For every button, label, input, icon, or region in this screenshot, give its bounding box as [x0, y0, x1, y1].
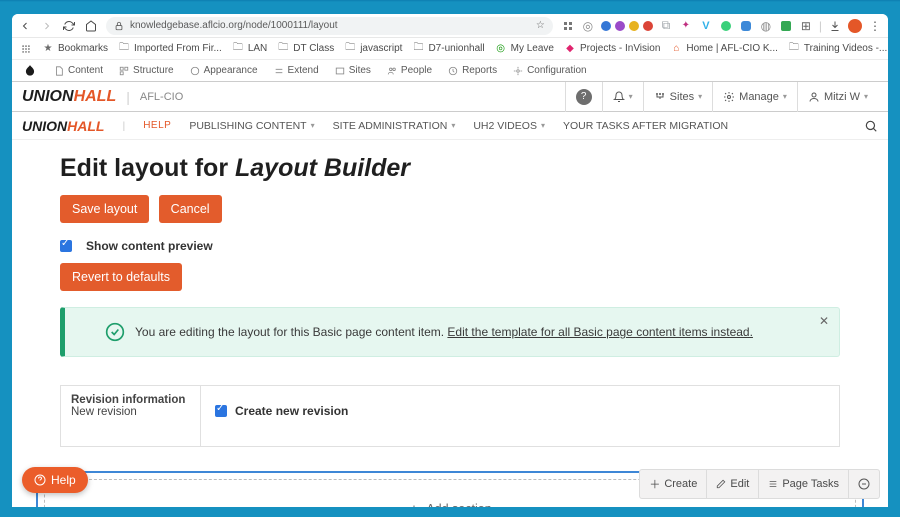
- nav-tasks-after-migration[interactable]: YOUR TASKS AFTER MIGRATION: [563, 120, 728, 132]
- save-layout-button[interactable]: Save layout: [60, 195, 149, 223]
- admin-appearance[interactable]: Appearance: [190, 65, 258, 76]
- nav-uh2-videos[interactable]: UH2 VIDEOS▾: [473, 120, 545, 132]
- info-banner: You are editing the layout for this Basi…: [60, 307, 840, 357]
- help-widget[interactable]: Help: [22, 467, 88, 493]
- unionhall-logo-small[interactable]: UNIONHALL: [22, 118, 104, 134]
- cancel-button[interactable]: Cancel: [159, 195, 222, 223]
- admin-people[interactable]: People: [387, 65, 432, 76]
- bookmark-item[interactable]: 🗀javascript: [344, 43, 402, 55]
- divider: |: [126, 89, 130, 105]
- ext-icon[interactable]: ◎: [581, 19, 595, 33]
- show-content-preview-checkbox[interactable]: [60, 240, 72, 252]
- lock-icon: [114, 21, 124, 31]
- help-link[interactable]: HELP: [143, 120, 171, 131]
- action-collapse[interactable]: [849, 470, 879, 498]
- revision-subtitle: New revision: [71, 406, 137, 418]
- drupal-icon[interactable]: [22, 63, 38, 79]
- action-page-tasks[interactable]: Page Tasks: [759, 470, 849, 498]
- extensions-row: ◎ ⧉ ✦ V ◍ ⊞ | ⋮: [561, 19, 882, 33]
- page-title: Edit layout for Layout Builder: [60, 154, 840, 183]
- revision-title: Revision information: [71, 394, 190, 406]
- admin-reports[interactable]: Reports: [448, 65, 497, 76]
- ext-icon[interactable]: V: [699, 19, 713, 33]
- ext-icon[interactable]: ✦: [679, 19, 693, 33]
- star-icon[interactable]: ☆: [536, 20, 545, 31]
- ext-icon[interactable]: [561, 19, 575, 33]
- manage-dropdown[interactable]: Manage▾: [712, 82, 797, 112]
- forward-button[interactable]: [40, 19, 54, 33]
- kebab-icon[interactable]: ⋮: [868, 19, 882, 33]
- action-edit[interactable]: Edit: [707, 470, 759, 498]
- page-url: knowledgebase.aflcio.org/node/1000111/la…: [130, 20, 338, 31]
- ext-icon[interactable]: ⧉: [659, 19, 673, 33]
- admin-structure[interactable]: Structure: [119, 65, 174, 76]
- create-new-revision-label[interactable]: Create new revision: [235, 404, 348, 418]
- search-icon[interactable]: [864, 119, 878, 133]
- page-action-bar: ＋Create Edit Page Tasks: [639, 469, 880, 499]
- check-circle-icon: [105, 322, 125, 342]
- bookmark-item[interactable]: 🗀D7-unionhall: [412, 43, 484, 55]
- create-new-revision-checkbox[interactable]: [215, 405, 227, 417]
- show-content-preview-label[interactable]: Show content preview: [86, 239, 213, 253]
- revert-to-defaults-button[interactable]: Revert to defaults: [60, 263, 182, 291]
- bookmark-item[interactable]: ★Bookmarks: [42, 43, 108, 55]
- bookmark-item[interactable]: 🗀Imported From Fir...: [118, 43, 222, 55]
- ext-icon[interactable]: [739, 19, 753, 33]
- bookmark-item[interactable]: 🗀Training Videos -...: [788, 43, 887, 55]
- reload-button[interactable]: [62, 19, 76, 33]
- apps-icon[interactable]: [20, 43, 32, 55]
- nav-site-administration[interactable]: SITE ADMINISTRATION▾: [333, 120, 456, 132]
- banner-template-link[interactable]: Edit the template for all Basic page con…: [447, 325, 753, 339]
- bookmark-item[interactable]: 🗀LAN: [232, 43, 267, 55]
- download-icon[interactable]: [828, 19, 842, 33]
- banner-close-icon[interactable]: ✕: [819, 314, 829, 328]
- url-bar[interactable]: knowledgebase.aflcio.org/node/1000111/la…: [106, 17, 553, 35]
- admin-content[interactable]: Content: [54, 65, 103, 76]
- bookmark-item[interactable]: ⌂Home | AFL-CIO K...: [670, 43, 778, 55]
- admin-sites[interactable]: Sites: [335, 65, 371, 76]
- sites-dropdown[interactable]: Sites▾: [643, 82, 712, 112]
- ext-icon[interactable]: ◍: [759, 19, 773, 33]
- user-dropdown[interactable]: Mitzi W▾: [797, 82, 878, 112]
- revision-sidebar: Revision information New revision: [60, 385, 200, 447]
- home-button[interactable]: [84, 19, 98, 33]
- unionhall-logo[interactable]: UNIONHALL: [22, 88, 116, 106]
- plus-icon: ＋: [649, 476, 660, 492]
- bookmark-item[interactable]: ◎My Leave: [495, 43, 554, 55]
- profile-avatar[interactable]: [848, 19, 862, 33]
- ext-icon[interactable]: [779, 19, 793, 33]
- ext-icon[interactable]: ⊞: [799, 19, 813, 33]
- back-button[interactable]: [18, 19, 32, 33]
- org-label: AFL-CIO: [140, 91, 183, 103]
- banner-text: You are editing the layout for this Basi…: [135, 325, 753, 339]
- admin-extend[interactable]: Extend: [274, 65, 319, 76]
- action-create[interactable]: ＋Create: [640, 470, 707, 498]
- ext-icon[interactable]: [719, 19, 733, 33]
- nav-publishing-content[interactable]: PUBLISHING CONTENT▾: [189, 120, 314, 132]
- admin-configuration[interactable]: Configuration: [513, 65, 586, 76]
- help-icon[interactable]: ?: [565, 82, 602, 112]
- bookmark-item[interactable]: 🗀DT Class: [277, 43, 334, 55]
- notifications-button[interactable]: ▾: [602, 82, 643, 112]
- bookmark-item[interactable]: ◆Projects - InVision: [564, 43, 660, 55]
